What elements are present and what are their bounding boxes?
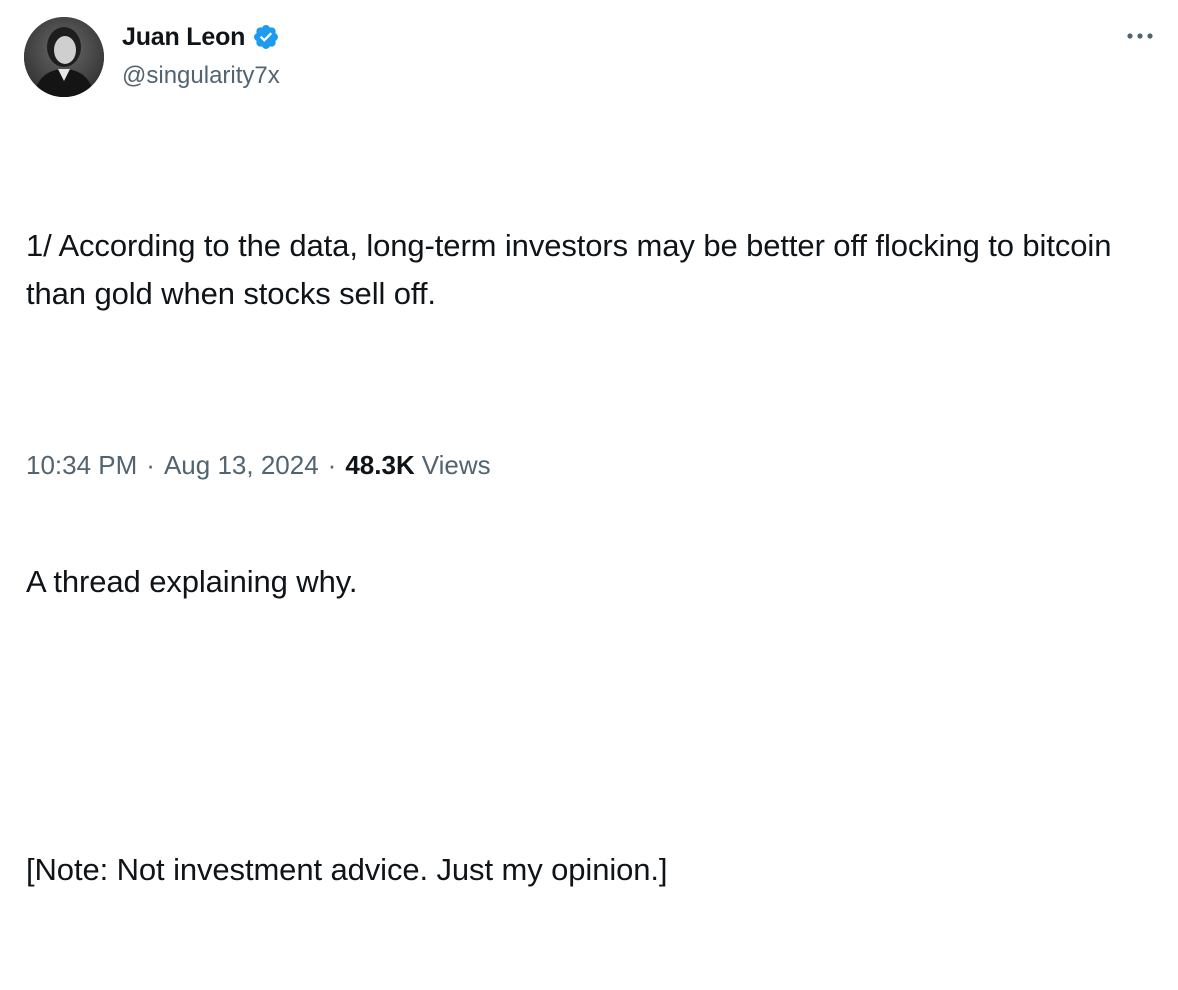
verified-badge-icon[interactable] bbox=[252, 23, 280, 51]
tweet-paragraph-1: 1/ According to the data, long-term inve… bbox=[26, 228, 1120, 311]
avatar-photo bbox=[24, 17, 104, 97]
more-options-icon[interactable] bbox=[1122, 28, 1158, 44]
tweet-paragraph-2: A thread explaining why. bbox=[26, 564, 358, 599]
tweet-card: Juan Leon @singularity7x 1/ According to… bbox=[0, 0, 1178, 887]
tweet-time[interactable]: 10:34 PM bbox=[26, 450, 137, 481]
author-handle[interactable]: @singularity7x bbox=[122, 60, 280, 92]
views-count[interactable]: 48.3K bbox=[345, 450, 414, 481]
author-display-name[interactable]: Juan Leon bbox=[122, 20, 245, 54]
tweet-text: 1/ According to the data, long-term inve… bbox=[26, 126, 1156, 990]
views-label: Views bbox=[421, 449, 491, 480]
tweet-paragraph-3: [Note: Not investment advice. Just my op… bbox=[26, 852, 668, 887]
meta-separator: · bbox=[327, 449, 337, 480]
tweet-meta: 10:34 PM · Aug 13, 2024 · 48.3K Views bbox=[26, 446, 491, 484]
tweet-date[interactable]: Aug 13, 2024 bbox=[164, 450, 319, 481]
meta-separator: · bbox=[146, 449, 155, 480]
author-name-row: Juan Leon bbox=[122, 20, 280, 54]
avatar[interactable] bbox=[24, 17, 104, 97]
